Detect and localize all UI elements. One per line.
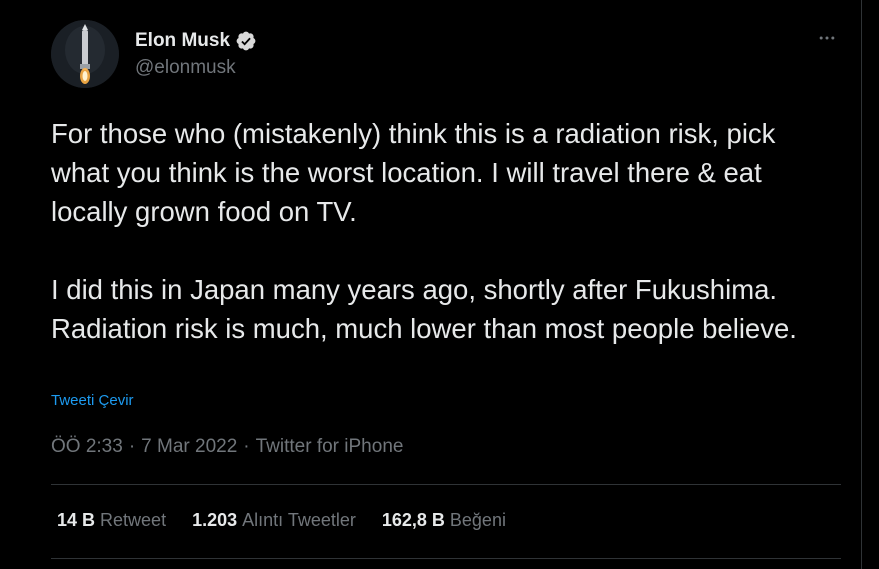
translate-tweet-link[interactable]: Tweeti Çevir [51, 392, 134, 409]
tweet-paragraph: I did this in Japan many years ago, shor… [51, 274, 797, 344]
avatar[interactable] [51, 20, 119, 88]
likes-label: Beğeni [449, 510, 506, 530]
retweets-count: 14 B [57, 510, 96, 530]
more-horizontal-icon [819, 36, 835, 40]
retweets-label: Retweet [100, 510, 167, 530]
quote-tweets-label: Alıntı Tweetler [242, 510, 356, 530]
retweets-stat[interactable]: 14 B Retweet [57, 510, 166, 531]
divider [51, 484, 841, 485]
quote-tweets-stat[interactable]: 1.203 Alıntı Tweetler [192, 510, 356, 531]
tweet-detail: Elon Musk @elonmusk For those who (mista… [0, 0, 862, 569]
tweet-header: Elon Musk @elonmusk [51, 20, 841, 88]
meta-separator: · [128, 436, 136, 457]
quote-tweets-count: 1.203 [192, 510, 238, 530]
divider [51, 558, 841, 559]
tweet-metadata: ÖÖ 2:33 · 7 Mar 2022 · Twitter for iPhon… [51, 436, 403, 458]
likes-count: 162,8 B [381, 510, 445, 530]
more-options-button[interactable] [813, 24, 841, 52]
tweet-stats: 14 B Retweet 1.203 Alıntı Tweetler 162,8… [57, 510, 532, 531]
tweet-date[interactable]: 7 Mar 2022 [141, 436, 237, 458]
verified-badge-icon [235, 30, 257, 52]
meta-separator: · [243, 436, 250, 457]
tweet-source[interactable]: Twitter for iPhone [256, 436, 404, 458]
likes-stat[interactable]: 162,8 B Beğeni [382, 510, 506, 531]
tweet-time[interactable]: ÖÖ 2:33 [51, 436, 123, 458]
tweet-text: For those who (mistakenly) think this is… [51, 114, 841, 348]
tweet-paragraph: For those who (mistakenly) think this is… [51, 118, 776, 227]
author-handle[interactable]: @elonmusk [135, 57, 236, 79]
rocket-avatar-icon [51, 20, 119, 88]
author-name-row[interactable]: Elon Musk [135, 28, 257, 54]
author-display-name[interactable]: Elon Musk [135, 30, 230, 52]
